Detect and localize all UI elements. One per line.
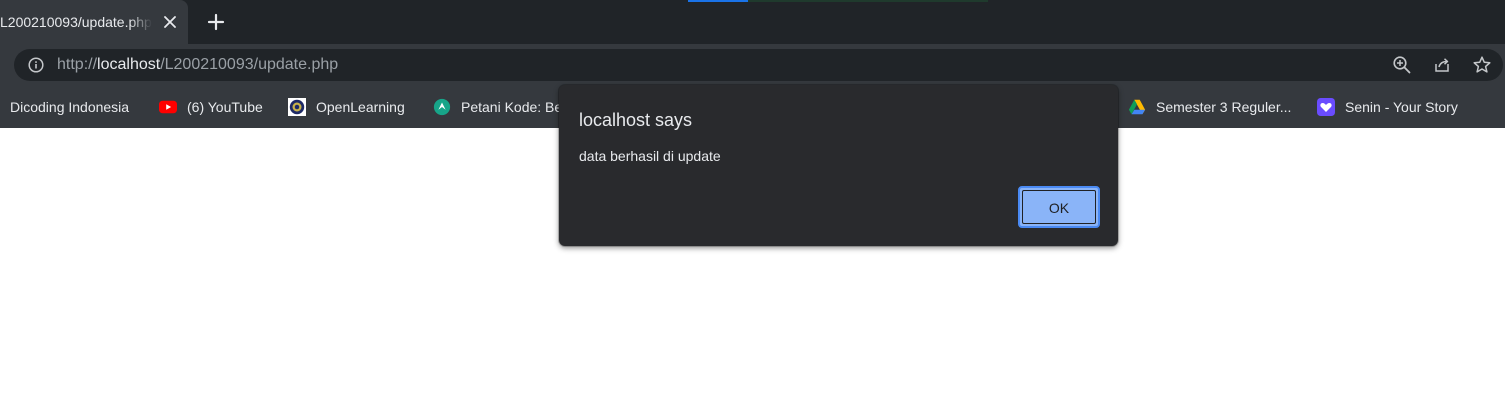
url-path: /L200210093/update.php	[160, 56, 339, 73]
bookmark-petanikode[interactable]: Petani Kode: Be	[433, 97, 562, 117]
url-scheme: http://	[57, 56, 98, 73]
bookmark-label: Dicoding Indonesia	[10, 99, 130, 115]
address-bar[interactable]: http://localhost/L200210093/update.php	[14, 49, 1503, 81]
tab-strip: L200210093/update.php	[0, 0, 1505, 44]
bookmark-star-icon[interactable]	[1472, 55, 1492, 75]
bookmark-youtube[interactable]: (6) YouTube	[159, 97, 263, 117]
bookmark-label: (6) YouTube	[187, 99, 263, 115]
openlearning-icon	[288, 98, 306, 116]
google-drive-icon	[1128, 99, 1146, 115]
tab-strip-accent	[688, 0, 748, 2]
tab-title: L200210093/update.php	[0, 14, 152, 30]
bookmark-dicoding[interactable]: Dicoding Indonesia	[10, 97, 129, 117]
tab-active[interactable]: L200210093/update.php	[0, 0, 188, 44]
ok-button[interactable]: OK	[1018, 186, 1100, 228]
new-tab-plus-icon[interactable]	[204, 10, 228, 34]
bookmark-label: Senin - Your Story	[1345, 99, 1458, 115]
heart-icon	[1317, 98, 1335, 116]
petanikode-icon	[433, 98, 451, 116]
tab-strip-accent-secondary	[748, 0, 988, 2]
bookmark-label: OpenLearning	[316, 99, 405, 115]
close-icon[interactable]	[160, 12, 180, 32]
toolbar: http://localhost/L200210093/update.php	[0, 44, 1505, 86]
bookmark-label: Petani Kode: Be	[461, 99, 563, 115]
bookmark-label: Semester 3 Reguler...	[1156, 99, 1292, 115]
bookmark-openlearning[interactable]: OpenLearning	[288, 97, 405, 117]
url-text[interactable]: http://localhost/L200210093/update.php	[57, 55, 338, 75]
bookmark-semester3[interactable]: Semester 3 Reguler...	[1128, 97, 1291, 117]
info-icon[interactable]	[28, 57, 44, 73]
youtube-icon	[159, 100, 177, 114]
zoom-in-icon[interactable]	[1392, 55, 1412, 75]
ok-button-label: OK	[1022, 190, 1096, 224]
bookmark-senin[interactable]: Senin - Your Story	[1317, 97, 1458, 117]
url-host: localhost	[97, 56, 161, 73]
share-icon[interactable]	[1432, 55, 1452, 75]
dialog-title: localhost says	[579, 110, 693, 130]
dialog-message: data berhasil di update	[579, 148, 721, 164]
alert-dialog: localhost says data berhasil di update O…	[559, 85, 1118, 246]
